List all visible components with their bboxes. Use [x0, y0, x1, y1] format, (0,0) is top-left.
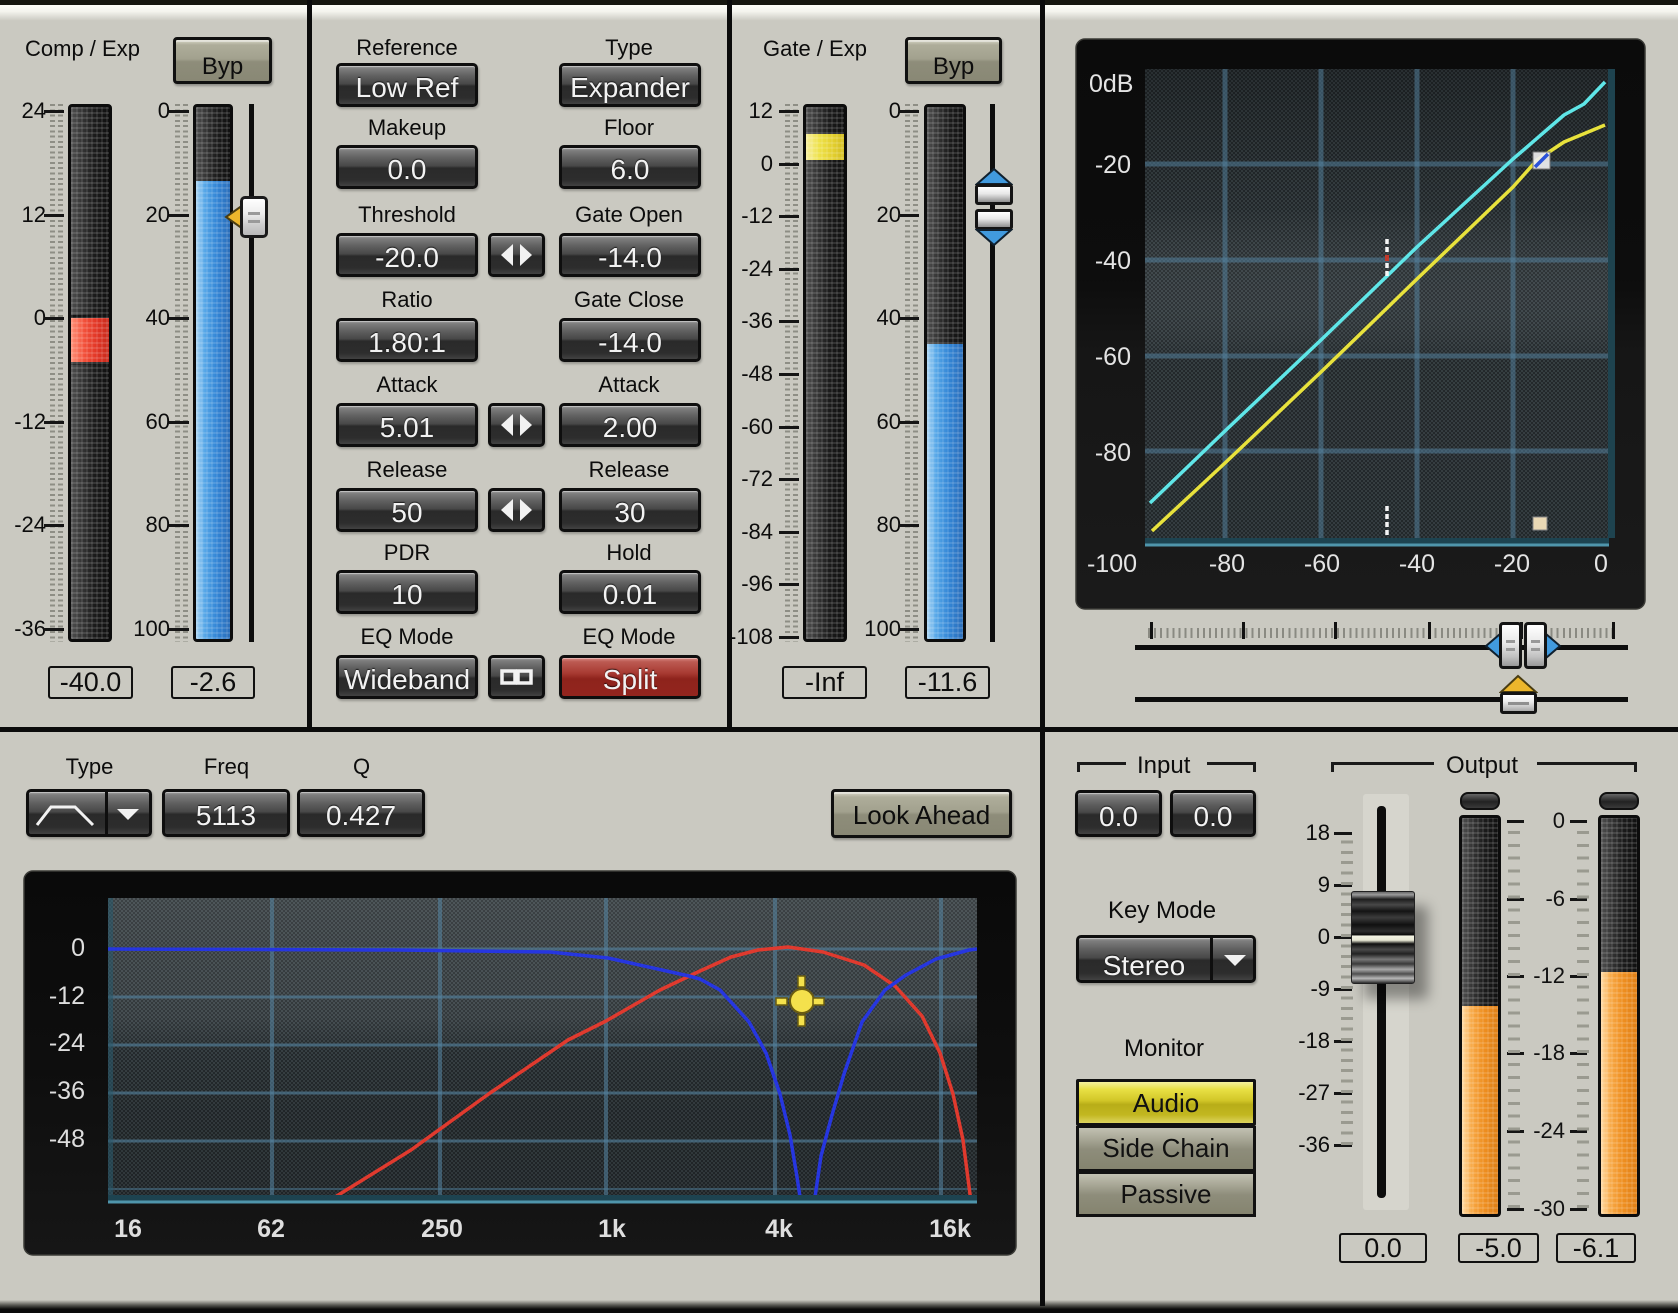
svg-text:-24: -24	[49, 1029, 85, 1057]
svg-text:-48: -48	[49, 1125, 85, 1153]
svg-text:-36: -36	[49, 1077, 85, 1105]
svg-text:-20: -20	[1095, 151, 1131, 179]
svg-text:4k: 4k	[765, 1215, 793, 1243]
svg-text:1k: 1k	[598, 1215, 626, 1243]
svg-text:0: 0	[71, 934, 85, 962]
svg-text:62: 62	[257, 1215, 285, 1243]
svg-text:0dB: 0dB	[1089, 70, 1133, 98]
svg-text:-80: -80	[1095, 439, 1131, 467]
svg-text:0: 0	[1594, 550, 1608, 578]
svg-text:-40: -40	[1399, 550, 1435, 578]
svg-text:-20: -20	[1494, 550, 1530, 578]
svg-text:16k: 16k	[929, 1215, 971, 1243]
svg-text:-60: -60	[1304, 550, 1340, 578]
svg-text:250: 250	[421, 1215, 463, 1243]
svg-text:-12: -12	[49, 982, 85, 1010]
svg-text:-60: -60	[1095, 343, 1131, 371]
svg-text:-80: -80	[1209, 550, 1245, 578]
svg-text:-100: -100	[1087, 550, 1137, 578]
svg-text:-40: -40	[1095, 247, 1131, 275]
svg-text:16: 16	[114, 1215, 142, 1243]
